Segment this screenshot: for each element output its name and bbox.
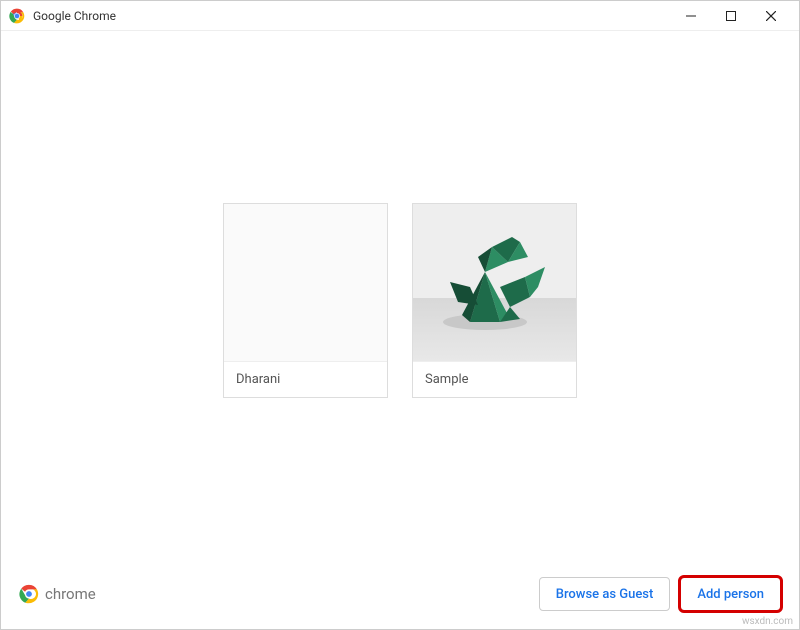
button-label: Browse as Guest bbox=[556, 587, 654, 602]
window-controls bbox=[671, 2, 791, 30]
maximize-button[interactable] bbox=[711, 2, 751, 30]
window-title: Google Chrome bbox=[33, 9, 671, 23]
close-button[interactable] bbox=[751, 2, 791, 30]
profile-list: Dharani Sample bbox=[1, 31, 799, 569]
profile-card-dharani[interactable]: Dharani bbox=[223, 203, 388, 398]
minimize-button[interactable] bbox=[671, 2, 711, 30]
profile-name-label: Dharani bbox=[224, 361, 387, 397]
profile-card-sample[interactable]: Sample bbox=[412, 203, 577, 398]
button-label: Add person bbox=[697, 587, 764, 602]
add-person-button[interactable]: Add person bbox=[680, 577, 781, 611]
chrome-icon bbox=[9, 8, 25, 24]
chrome-logo: chrome bbox=[19, 584, 539, 604]
profile-avatar bbox=[413, 204, 576, 361]
footer-buttons: Browse as Guest Add person bbox=[539, 577, 781, 611]
titlebar: Google Chrome bbox=[1, 1, 799, 31]
chrome-wordmark: chrome bbox=[45, 585, 96, 603]
footer: chrome Browse as Guest Add person bbox=[1, 569, 799, 629]
profile-name-label: Sample bbox=[413, 361, 576, 397]
watermark: wsxdn.com bbox=[742, 616, 793, 627]
profile-avatar bbox=[224, 204, 387, 361]
browse-as-guest-button[interactable]: Browse as Guest bbox=[539, 577, 671, 611]
chrome-icon bbox=[19, 584, 39, 604]
